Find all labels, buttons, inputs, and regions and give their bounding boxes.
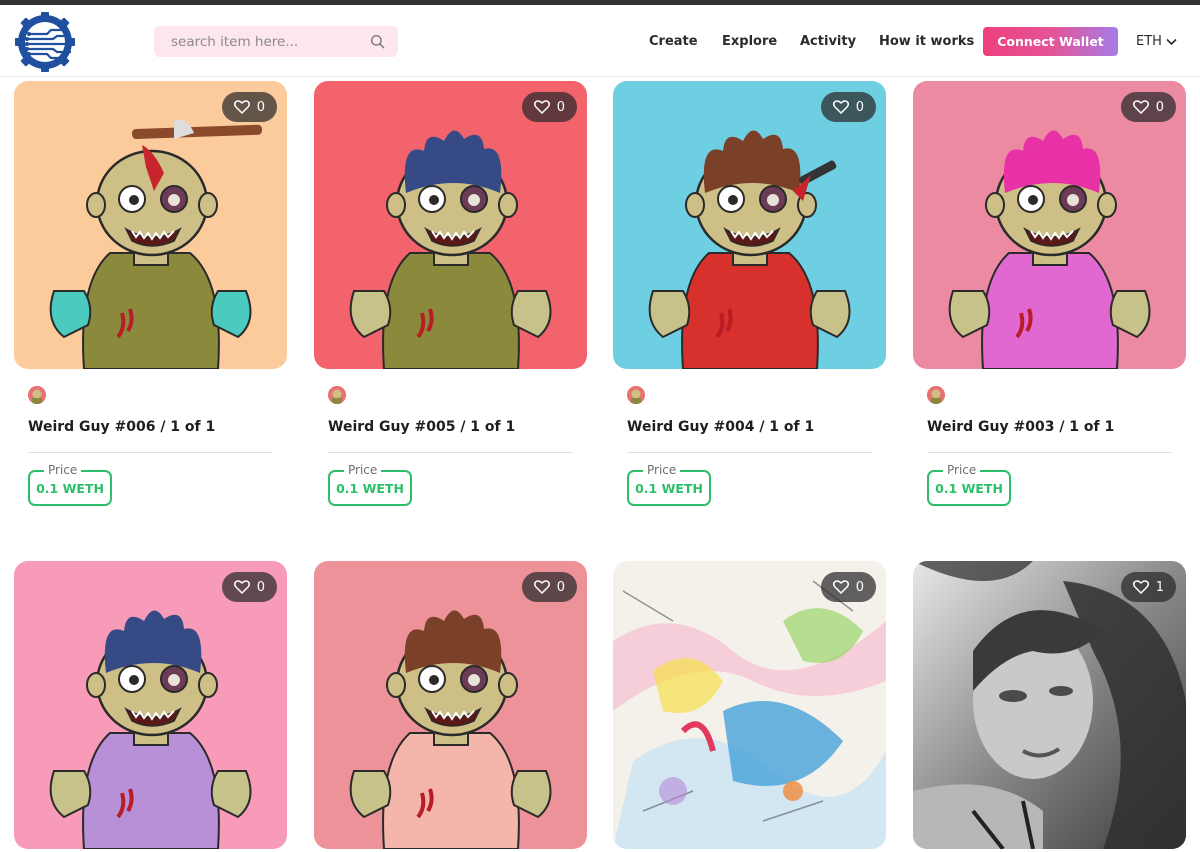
price-value: 0.1 WETH bbox=[935, 481, 1003, 496]
nft-image[interactable]: 0 bbox=[314, 81, 587, 369]
nft-image[interactable]: 0 bbox=[613, 81, 886, 369]
like-button[interactable]: 0 bbox=[1120, 92, 1176, 122]
creator-avatar[interactable] bbox=[328, 386, 346, 404]
card-divider bbox=[328, 452, 573, 453]
chain-selector[interactable]: ETH bbox=[1136, 34, 1177, 49]
nft-image[interactable]: 0 bbox=[14, 81, 287, 369]
price-label: Price bbox=[44, 463, 82, 477]
price-box: Price 0.1 WETH bbox=[328, 463, 412, 506]
search-bar bbox=[154, 26, 398, 57]
nft-image[interactable]: 0 bbox=[613, 561, 886, 849]
like-count: 0 bbox=[855, 579, 864, 595]
zombie-artwork bbox=[14, 561, 287, 849]
heart-icon bbox=[832, 580, 849, 594]
card-divider bbox=[927, 452, 1172, 453]
zombie-artwork bbox=[14, 81, 287, 369]
price-box: Price 0.1 WETH bbox=[627, 463, 711, 506]
nav-activity[interactable]: Activity bbox=[800, 34, 856, 49]
card-divider bbox=[28, 452, 273, 453]
like-button[interactable]: 0 bbox=[820, 572, 876, 602]
chain-label: ETH bbox=[1136, 34, 1162, 49]
nft-title[interactable]: Weird Guy #005 / 1 of 1 bbox=[328, 419, 515, 435]
like-count: 0 bbox=[556, 99, 565, 115]
like-button[interactable]: 0 bbox=[221, 92, 277, 122]
like-button[interactable]: 0 bbox=[521, 92, 577, 122]
heart-icon bbox=[832, 100, 849, 114]
nft-image[interactable]: 1 bbox=[913, 561, 1186, 849]
nft-title[interactable]: Weird Guy #003 / 1 of 1 bbox=[927, 419, 1114, 435]
price-value: 0.1 WETH bbox=[36, 481, 104, 496]
zombie-artwork bbox=[314, 81, 587, 369]
nft-image[interactable]: 0 bbox=[314, 561, 587, 849]
search-icon[interactable] bbox=[370, 34, 385, 49]
site-header: Create Explore Activity How it works Con… bbox=[0, 5, 1200, 77]
heart-icon bbox=[233, 580, 250, 594]
price-value: 0.1 WETH bbox=[336, 481, 404, 496]
card-divider bbox=[627, 452, 872, 453]
price-value: 0.1 WETH bbox=[635, 481, 703, 496]
heart-icon bbox=[533, 580, 550, 594]
price-label: Price bbox=[643, 463, 681, 477]
like-count: 0 bbox=[556, 579, 565, 595]
nft-title[interactable]: Weird Guy #006 / 1 of 1 bbox=[28, 419, 215, 435]
logo-icon[interactable] bbox=[13, 12, 77, 72]
nft-title[interactable]: Weird Guy #004 / 1 of 1 bbox=[627, 419, 814, 435]
search-input[interactable] bbox=[171, 26, 361, 57]
like-button[interactable]: 0 bbox=[820, 92, 876, 122]
nav-explore[interactable]: Explore bbox=[722, 34, 777, 49]
like-button[interactable]: 1 bbox=[1120, 572, 1176, 602]
like-button[interactable]: 0 bbox=[221, 572, 277, 602]
creator-avatar[interactable] bbox=[927, 386, 945, 404]
portrait-artwork bbox=[913, 561, 1186, 849]
like-count: 0 bbox=[256, 99, 265, 115]
like-count: 1 bbox=[1155, 579, 1164, 595]
creator-avatar[interactable] bbox=[28, 386, 46, 404]
like-count: 0 bbox=[855, 99, 864, 115]
nft-image[interactable]: 0 bbox=[14, 561, 287, 849]
like-button[interactable]: 0 bbox=[521, 572, 577, 602]
chevron-down-icon bbox=[1166, 38, 1177, 45]
connect-wallet-button[interactable]: Connect Wallet bbox=[983, 27, 1118, 56]
price-label: Price bbox=[344, 463, 382, 477]
heart-icon bbox=[1132, 580, 1149, 594]
like-count: 0 bbox=[1155, 99, 1164, 115]
heart-icon bbox=[533, 100, 550, 114]
price-box: Price 0.1 WETH bbox=[28, 463, 112, 506]
nav-create[interactable]: Create bbox=[649, 34, 698, 49]
like-count: 0 bbox=[256, 579, 265, 595]
nav-how-it-works[interactable]: How it works bbox=[879, 34, 974, 49]
creator-avatar[interactable] bbox=[627, 386, 645, 404]
nft-image[interactable]: 0 bbox=[913, 81, 1186, 369]
zombie-artwork bbox=[913, 81, 1186, 369]
zombie-artwork bbox=[314, 561, 587, 849]
price-label: Price bbox=[943, 463, 981, 477]
price-box: Price 0.1 WETH bbox=[927, 463, 1011, 506]
zombie-artwork bbox=[613, 81, 886, 369]
abstract-artwork bbox=[613, 561, 886, 849]
heart-icon bbox=[1132, 100, 1149, 114]
heart-icon bbox=[233, 100, 250, 114]
